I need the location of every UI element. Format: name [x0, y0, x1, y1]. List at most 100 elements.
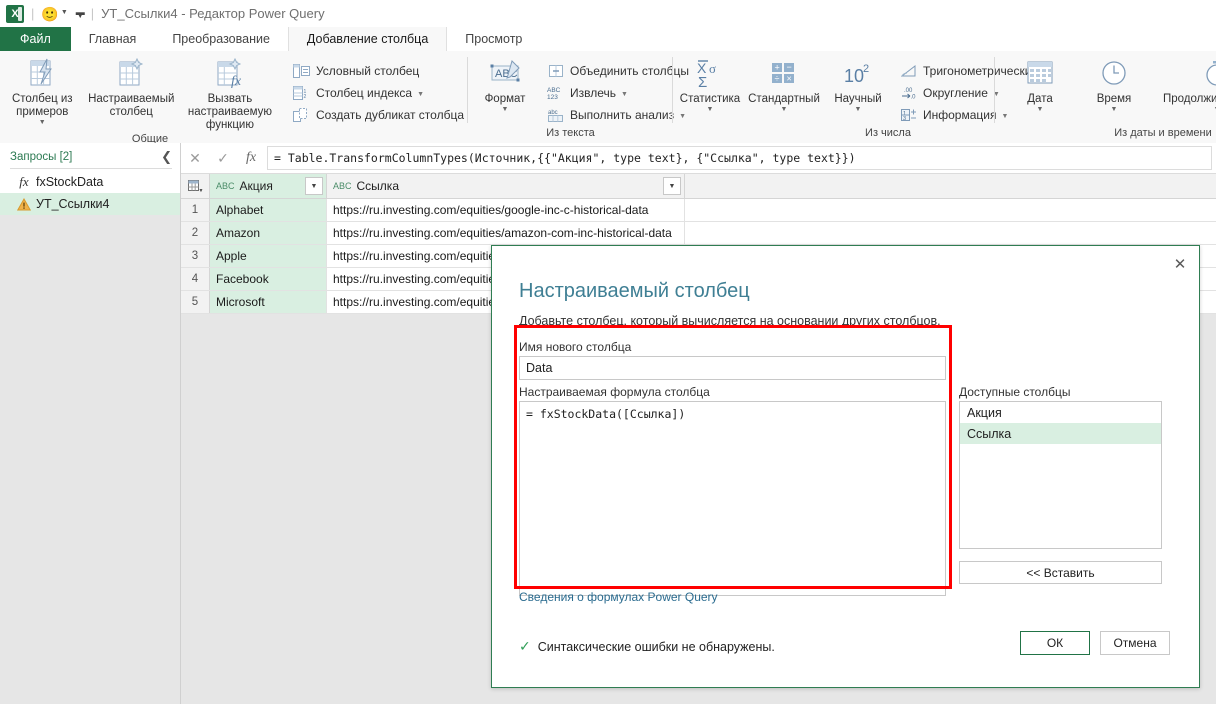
chevron-down-icon[interactable]: ▼: [621, 91, 628, 98]
fx-icon[interactable]: fx: [237, 144, 265, 172]
extract-button[interactable]: ABC 123 Извлечь ▼: [546, 82, 689, 104]
time-button[interactable]: Время ▼: [1077, 55, 1151, 114]
cell-ssylka[interactable]: https://ru.investing.com/equities/amazon…: [327, 222, 685, 244]
clock-time-icon: [1098, 57, 1130, 91]
row-number: 3: [181, 245, 210, 267]
available-columns-list[interactable]: Акция Ссылка: [959, 401, 1162, 549]
trigonometry-icon: [899, 62, 919, 80]
column-from-examples-button[interactable]: Столбец из примеров ▼: [0, 55, 85, 127]
cancel-button[interactable]: Отмена: [1100, 631, 1170, 655]
new-column-name-input[interactable]: Data: [519, 356, 946, 380]
ribbon-group-from-datetime: Дата ▼ Время ▼: [995, 51, 1216, 143]
available-columns-label: Доступные столбцы: [959, 385, 1070, 399]
smiley-dropdown-icon[interactable]: ▼: [61, 9, 68, 16]
chevron-left-icon[interactable]: ❮: [161, 149, 172, 165]
format-label: Формат: [485, 93, 526, 106]
list-item[interactable]: Ссылка: [960, 423, 1161, 444]
cell-akciya[interactable]: Amazon: [210, 222, 327, 244]
ribbon-tab-view[interactable]: Просмотр: [447, 27, 540, 51]
cell-akciya[interactable]: Alphabet: [210, 199, 327, 221]
cell-akciya[interactable]: Apple: [210, 245, 327, 267]
table-row[interactable]: 2 Amazon https://ru.investing.com/equiti…: [181, 222, 1216, 245]
queries-pane-header: Запросы [2] ❮: [0, 143, 180, 168]
duplicate-column-button[interactable]: Создать дубликат столбца: [292, 104, 464, 126]
list-item[interactable]: Акция: [960, 402, 1161, 423]
table-row[interactable]: 1 Alphabet https://ru.investing.com/equi…: [181, 199, 1216, 222]
filter-dropdown-icon[interactable]: ▼: [305, 177, 323, 195]
query-item-ut-ssylki4[interactable]: УТ_Ссылки4: [0, 193, 180, 215]
chevron-down-icon[interactable]: ▼: [1111, 106, 1118, 114]
svg-text:ABC: ABC: [547, 87, 561, 94]
row-number: 1: [181, 199, 210, 221]
duration-button[interactable]: Продолжительность ▼: [1151, 55, 1216, 114]
chevron-down-icon[interactable]: ▼: [417, 91, 424, 98]
standard-button[interactable]: + − ÷ × Стандартный ▼: [747, 55, 821, 114]
qat-overflow-icon[interactable]: ▬▼: [76, 7, 84, 20]
grid-column-header-ssylka[interactable]: ABC Ссылка ▼: [327, 174, 685, 198]
from-text-small-buttons: Объединить столбцы ABC 123 Извлечь ▼: [542, 55, 693, 126]
grid-column-header-label: Ссылка: [357, 179, 399, 193]
chevron-down-icon[interactable]: ▼: [855, 106, 862, 114]
row-number: 4: [181, 268, 210, 290]
custom-column-label: Настраиваемый столбец: [88, 93, 174, 119]
ribbon-tab-bar: Файл Главная Преобразование Добавление с…: [0, 27, 1216, 51]
custom-column-button[interactable]: Настраиваемый столбец: [85, 55, 178, 119]
row-number: 2: [181, 222, 210, 244]
cell-ssylka[interactable]: https://ru.investing.com/equities/google…: [327, 199, 685, 221]
date-button[interactable]: Дата ▼: [1003, 55, 1077, 114]
close-x-icon[interactable]: ✕: [1169, 253, 1191, 275]
ribbon-tab-add-column[interactable]: Добавление столбца: [288, 27, 447, 51]
custom-formula-textarea[interactable]: = fxStockData([Ссылка]): [519, 401, 946, 596]
scientific-button[interactable]: 10 2 Научный ▼: [821, 55, 895, 114]
query-item-label: УТ_Ссылки4: [36, 197, 110, 211]
row-number: 5: [181, 291, 210, 313]
scientific-label: Научный: [834, 93, 881, 106]
ribbon-tab-home[interactable]: Главная: [71, 27, 155, 51]
dialog-subtitle: Добавьте столбец, который вычисляется на…: [519, 314, 941, 328]
cancel-x-icon[interactable]: ✕: [181, 144, 209, 172]
svg-text:.0: .0: [910, 95, 916, 101]
chevron-down-icon[interactable]: ▼: [1037, 106, 1044, 114]
query-item-fxstockdata[interactable]: fx fxStockData: [0, 171, 180, 193]
titlebar-divider-2: |: [91, 6, 94, 21]
svg-text:10: 10: [844, 66, 864, 86]
format-button[interactable]: ABC Формат ▼: [468, 55, 542, 114]
ribbon-tab-file[interactable]: Файл: [0, 27, 71, 51]
conditional-column-label: Условный столбец: [316, 64, 419, 78]
merge-columns-button[interactable]: Объединить столбцы: [546, 60, 689, 82]
green-check-icon: ✓: [519, 638, 531, 655]
conditional-column-button[interactable]: Условный столбец: [292, 60, 464, 82]
chevron-down-icon[interactable]: ▼: [502, 106, 509, 114]
invoke-custom-function-button[interactable]: fx Вызвать настраиваемую функцию: [178, 55, 282, 132]
smiley-face-icon[interactable]: 🙂: [41, 7, 58, 21]
cell-akciya[interactable]: Microsoft: [210, 291, 327, 313]
chevron-down-icon[interactable]: ▼: [781, 106, 788, 114]
conditional-column-icon: [292, 62, 312, 80]
svg-text:Σ: Σ: [698, 74, 707, 90]
calculator-standard-icon: + − ÷ ×: [767, 57, 801, 91]
grid-column-header-akciya[interactable]: ABC Акция ▼: [210, 174, 327, 198]
chevron-down-icon[interactable]: ▼: [39, 119, 46, 127]
ribbon-group-general: Столбец из примеров ▼ Настраиваемый ст: [0, 51, 468, 143]
insert-button[interactable]: << Вставить: [959, 561, 1162, 584]
select-all-table-icon[interactable]: ▼: [181, 174, 210, 198]
syntax-status: ✓ Синтаксические ошибки не обнаружены.: [519, 638, 775, 655]
index-column-button[interactable]: 1 2 Столбец индекса ▼: [292, 82, 464, 104]
filter-dropdown-icon[interactable]: ▼: [663, 177, 681, 195]
excel-icon: X: [6, 5, 24, 23]
power-query-formula-help-link[interactable]: Сведения о формулах Power Query: [519, 590, 718, 604]
svg-text:÷: ÷: [775, 74, 780, 84]
cell-akciya[interactable]: Facebook: [210, 268, 327, 290]
parse-button[interactable]: abc Выполнить анализ ▼: [546, 104, 689, 126]
title-bar: X | 🙂 ▼ ▬▼ | УТ_Ссылки4 - Редактор Power…: [0, 0, 1216, 27]
new-column-name-label: Имя нового столбца: [519, 340, 631, 354]
merge-columns-icon: [546, 62, 566, 80]
formula-input[interactable]: = Table.TransformColumnTypes(Источник,{{…: [267, 146, 1212, 170]
time-label: Время: [1097, 93, 1132, 106]
chevron-down-icon[interactable]: ▼: [707, 106, 714, 114]
ok-button[interactable]: ОК: [1020, 631, 1090, 655]
accept-check-icon[interactable]: ✓: [209, 144, 237, 172]
statistics-button[interactable]: X σ Σ Статистика ▼: [673, 55, 747, 114]
abc-format-icon: ABC: [488, 57, 522, 91]
ribbon-tab-transform[interactable]: Преобразование: [154, 27, 288, 51]
